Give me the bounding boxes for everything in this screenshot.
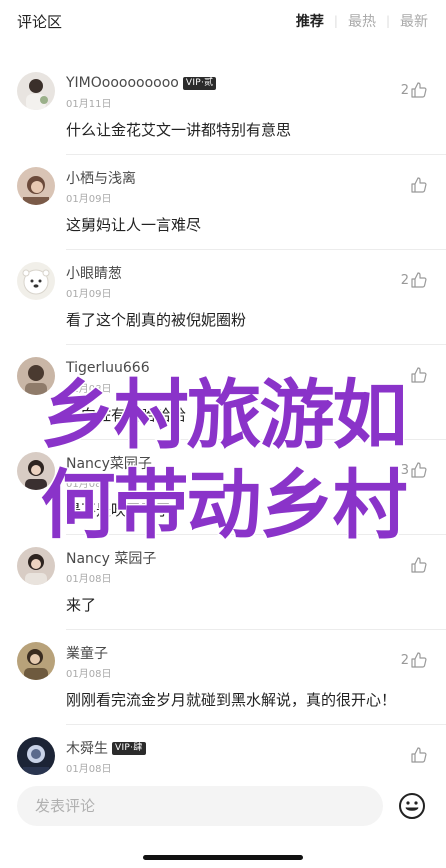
tab-hottest[interactable]: 最热 — [348, 11, 376, 31]
like-count: 3 — [400, 462, 409, 478]
comment-author-row: Nancy菜园子 — [66, 454, 152, 472]
comment-date: 01月08日 — [66, 384, 112, 395]
comment-item: 小眼睛葱 01月09日 看了这个剧真的被倪妮圈粉 2 — [0, 250, 446, 345]
like-count: 2 — [400, 272, 409, 288]
tab-divider: | — [385, 14, 390, 28]
comment-date: 01月09日 — [66, 194, 112, 205]
comment-text: 这舅妈让人一言难尽 — [66, 216, 202, 234]
comment-author[interactable]: 業童子 — [66, 643, 108, 663]
avatar[interactable] — [17, 642, 55, 680]
avatar[interactable] — [17, 737, 55, 775]
like-button[interactable]: 2 — [401, 271, 428, 289]
comment-composer-bar: 发表评论 — [0, 780, 446, 868]
comment-text: 看了这个剧真的被倪妮圈粉 — [66, 311, 247, 329]
comment-text: 什么让金花艾文一讲都特别有意思 — [66, 121, 292, 139]
comment-text: 这向佐有哈哈哈哈 — [66, 406, 187, 424]
like-button[interactable]: 2 — [401, 81, 428, 99]
comment-author[interactable]: 小栖与浅离 — [66, 168, 136, 188]
comment-author-row: 小栖与浅离 — [66, 169, 136, 187]
emoji-icon[interactable] — [398, 792, 426, 820]
comment-author-row: 木舜生 VIP·肆 — [66, 739, 146, 757]
like-button[interactable] — [409, 176, 428, 194]
thumbs-up-icon — [410, 176, 428, 194]
comment-author[interactable]: Nancy 菜园子 — [66, 548, 156, 568]
comment-author-row: Nancy 菜园子 — [66, 549, 156, 567]
comment-item: Nancy菜园子 01月08日 是不是吹了啊了 3 — [0, 440, 446, 535]
comment-author[interactable]: 小眼睛葱 — [66, 263, 122, 283]
comment-author[interactable]: Tigerluu666 — [66, 360, 150, 376]
comment-header: 评论区 推荐 | 最热 | 最新 — [0, 0, 446, 44]
thumbs-up-icon — [410, 746, 428, 764]
comment-date: 01月08日 — [66, 764, 112, 775]
like-button[interactable] — [409, 366, 428, 384]
comment-author-row: Tigerluu666 — [66, 359, 150, 377]
like-button[interactable] — [409, 746, 428, 764]
comment-item: 業童子 01月08日 刚刚看完流金岁月就碰到黑水解说，真的很开心！ 2 — [0, 630, 446, 725]
like-button[interactable]: 3 — [401, 461, 428, 479]
thumbs-up-icon — [410, 556, 428, 574]
avatar[interactable] — [17, 262, 55, 300]
comment-author-row: 小眼睛葱 — [66, 264, 122, 282]
comment-date: 01月11日 — [66, 99, 112, 110]
page-title: 评论区 — [17, 13, 63, 31]
thumbs-up-icon — [410, 271, 428, 289]
comment-text: 来了 — [66, 596, 97, 614]
home-indicator — [143, 855, 303, 860]
comment-text: 是不是吹了啊了 — [66, 501, 172, 519]
avatar[interactable] — [17, 547, 55, 585]
tab-divider: | — [333, 14, 338, 28]
comment-list: YIMOooooooooo VIP·贰 01月11日 什么让金花艾文一讲都特别有… — [0, 60, 446, 820]
comment-author-row: YIMOooooooooo VIP·贰 — [66, 74, 217, 92]
comment-author-row: 業童子 — [66, 644, 108, 662]
tab-newest[interactable]: 最新 — [400, 11, 428, 31]
comment-item: Tigerluu666 01月08日 这向佐有哈哈哈哈 — [0, 345, 446, 440]
comment-input[interactable]: 发表评论 — [17, 786, 383, 826]
comment-item: 小栖与浅离 01月09日 这舅妈让人一言难尽 — [0, 155, 446, 250]
tab-recommended[interactable]: 推荐 — [296, 11, 324, 31]
like-button[interactable] — [409, 556, 428, 574]
avatar[interactable] — [17, 452, 55, 490]
thumbs-up-icon — [410, 651, 428, 669]
comment-date: 01月08日 — [66, 669, 112, 680]
avatar[interactable] — [17, 167, 55, 205]
like-count: 2 — [400, 82, 409, 98]
comment-date: 01月08日 — [66, 479, 112, 490]
like-button[interactable]: 2 — [401, 651, 428, 669]
comment-text: 刚刚看完流金岁月就碰到黑水解说，真的很开心！ — [66, 691, 397, 709]
comment-item: Nancy 菜园子 01月08日 来了 — [0, 535, 446, 630]
comment-date: 01月08日 — [66, 574, 112, 585]
avatar[interactable] — [17, 357, 55, 395]
like-count: 2 — [400, 652, 409, 668]
comment-author[interactable]: Nancy菜园子 — [66, 453, 152, 473]
comment-date: 01月09日 — [66, 289, 112, 300]
avatar[interactable] — [17, 72, 55, 110]
sort-tabs: 推荐 | 最热 | 最新 — [296, 11, 428, 31]
vip-badge: VIP·肆 — [112, 741, 146, 755]
comment-author[interactable]: YIMOooooooooo — [66, 75, 179, 91]
thumbs-up-icon — [410, 461, 428, 479]
thumbs-up-icon — [410, 81, 428, 99]
vip-badge: VIP·贰 — [182, 76, 217, 90]
comment-item: YIMOooooooooo VIP·贰 01月11日 什么让金花艾文一讲都特别有… — [0, 60, 446, 155]
comment-author[interactable]: 木舜生 — [66, 738, 108, 758]
thumbs-up-icon — [410, 366, 428, 384]
